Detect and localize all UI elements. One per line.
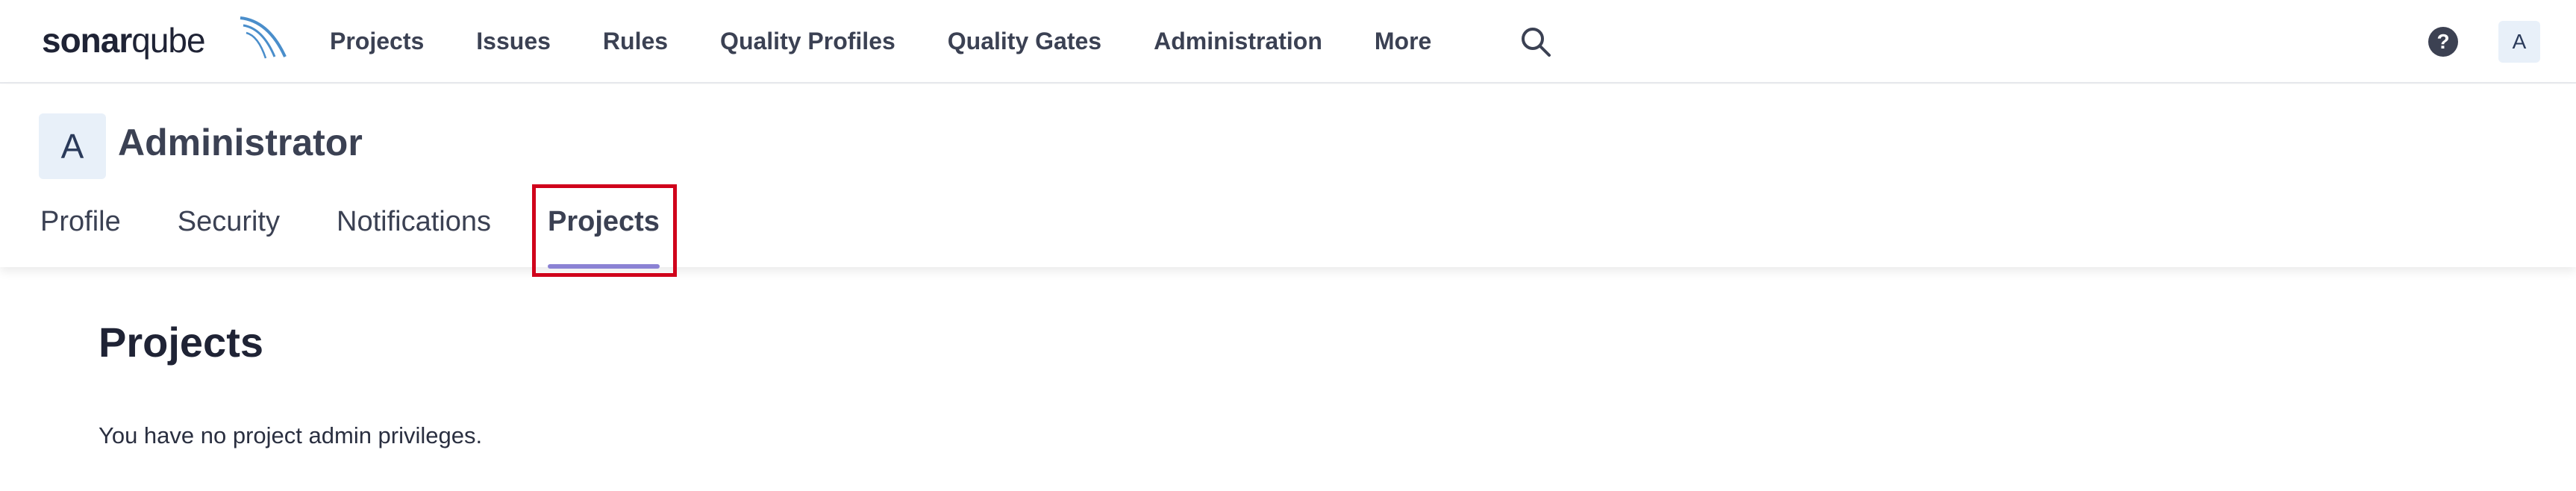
top-navigation-bar: sonarqube Projects Issues Rules Quality … [0,0,2576,84]
empty-state-message: You have no project admin privileges. [99,422,483,448]
account-header: A Administrator Profile Security Notific… [0,85,2576,269]
nav-more[interactable]: More [1375,28,1431,55]
question-circle-icon[interactable]: ? [2428,27,2458,57]
nav-issues[interactable]: Issues [476,28,551,55]
tab-notifications[interactable]: Notifications [337,206,491,251]
main-nav: Projects Issues Rules Quality Profiles Q… [330,22,1484,60]
account-avatar: A [39,113,106,179]
sonarqube-logo[interactable]: sonarqube [42,10,287,70]
highlight-box [532,184,677,277]
nav-rules[interactable]: Rules [603,28,668,55]
account-name: Administrator [118,122,363,163]
tab-profile[interactable]: Profile [40,206,121,251]
page-title: Projects [99,319,263,366]
nav-administration[interactable]: Administration [1154,28,1322,55]
nav-quality-gates[interactable]: Quality Gates [948,28,1101,55]
nav-projects[interactable]: Projects [330,28,424,55]
search-icon[interactable] [1519,25,1552,58]
user-avatar-button[interactable]: A [2498,21,2540,63]
nav-quality-profiles[interactable]: Quality Profiles [720,28,895,55]
tab-security[interactable]: Security [178,206,280,251]
logo-text: sonarqube [42,21,206,60]
logo-arcs-icon [240,16,287,59]
